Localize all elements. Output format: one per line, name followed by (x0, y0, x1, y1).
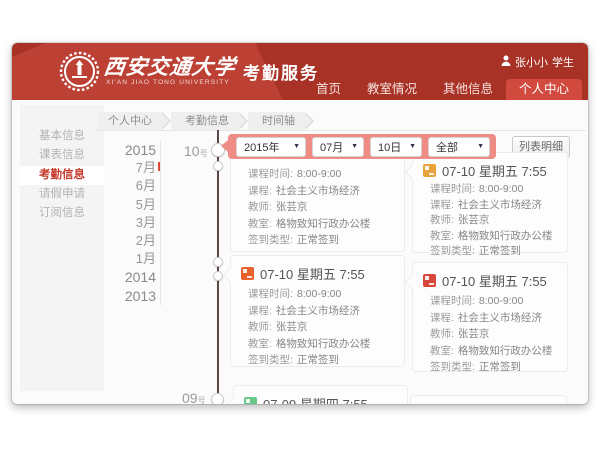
university-logo-icon (59, 51, 100, 97)
timeline-node[interactable] (213, 271, 223, 281)
attendance-card: 07-10 星期五 7:55 课程时间:8:00-9:00 课程:社会主义市场经… (412, 262, 568, 372)
attendance-card: 07-10 星期五 7:55 课程时间:8:00-9:00 课程:社会主义市场经… (230, 255, 405, 367)
breadcrumb: 个人中心 考勤信息 时间轴 (97, 112, 586, 131)
nav-other-info[interactable]: 其他信息 (430, 79, 506, 100)
signin-stamp-icon (241, 267, 254, 280)
sidebar-item-attendance-info[interactable]: 考勤信息 (20, 166, 104, 185)
signin-stamp-icon (423, 164, 436, 177)
chevron-down-icon: ▼ (409, 143, 416, 150)
university-name-en: XI'AN JIAO TONG UNIVERSITY (106, 79, 230, 86)
header-banner: 西安交通大学 XI'AN JIAO TONG UNIVERSITY 考勤服务 张… (12, 43, 588, 100)
chevron-down-icon: ▼ (477, 143, 484, 150)
card-datetime: 07-10 星期五 7:55 (442, 271, 547, 290)
attendance-app-window: 西安交通大学 XI'AN JIAO TONG UNIVERSITY 考勤服务 张… (12, 43, 588, 404)
user-role: 学生 (552, 54, 574, 70)
signin-stamp-icon (423, 274, 436, 287)
timeline-node[interactable] (211, 393, 224, 404)
nav-classrooms[interactable]: 教室情况 (354, 79, 430, 100)
attendance-card: 07-09 星期四 7:55 (233, 385, 408, 404)
type-dropdown[interactable]: 全部▼ (428, 137, 490, 157)
university-name-cn: 西安交通大学 (102, 51, 238, 81)
timeline-node[interactable] (213, 161, 223, 171)
axis-separator-line (160, 141, 161, 305)
breadcrumb-personal-center[interactable]: 个人中心 (97, 112, 160, 130)
axis-month[interactable]: 2月 (110, 232, 156, 250)
card-pointer (224, 268, 231, 282)
axis-month[interactable]: 3月 (110, 214, 156, 232)
card-pointer (406, 275, 413, 289)
chevron-down-icon: ▼ (351, 143, 358, 150)
axis-month[interactable]: 5月 (110, 196, 156, 214)
sidebar-item-timetable-info[interactable]: 课表信息 (20, 146, 104, 165)
user-info[interactable]: 张小小 学生 (501, 54, 574, 70)
screenshot-stage: 西安交通大学 XI'AN JIAO TONG UNIVERSITY 考勤服务 张… (0, 0, 600, 450)
axis-year[interactable]: 2013 (110, 287, 156, 305)
axis-year[interactable]: 2015 (110, 141, 156, 159)
card-datetime: 07-10 星期五 7:55 (442, 161, 547, 180)
date-filter-bar: 2015年▼ 07月▼ 10日▼ 全部▼ (228, 134, 496, 159)
day-dropdown[interactable]: 10日▼ (370, 137, 422, 157)
nav-personal-center[interactable]: 个人中心 (506, 79, 582, 100)
sidebar: 基本信息 课表信息 考勤信息 请假申请 订阅信息 (20, 105, 104, 391)
user-name: 张小小 (515, 54, 548, 70)
axis-month[interactable]: 1月 (110, 250, 156, 268)
timeline-node[interactable] (213, 257, 223, 267)
axis-year[interactable]: 2014 (110, 268, 156, 286)
current-month-tick (158, 162, 160, 171)
day-marker-10: 10号 (184, 143, 208, 159)
axis-month[interactable]: 6月 (110, 177, 156, 195)
card-pointer (227, 398, 234, 404)
attendance-card (410, 395, 567, 404)
breadcrumb-attendance-info[interactable]: 考勤信息 (171, 112, 237, 130)
day-marker-09: 09号 (182, 390, 206, 404)
attendance-card: 07-10 星期五 7:55 课程时间:8:00-9:00 课程:社会主义市场经… (412, 152, 568, 253)
month-dropdown[interactable]: 07月▼ (312, 137, 364, 157)
sidebar-item-leave-request[interactable]: 请假申请 (20, 185, 104, 204)
card-datetime: 07-10 星期五 7:55 (260, 264, 365, 283)
main-nav: 首页 教室情况 其他信息 个人中心 (303, 79, 582, 100)
timeline-axis: 2015 7月 6月 5月 3月 2月 1月 2014 2013 (110, 141, 156, 305)
chevron-down-icon: ▼ (293, 143, 300, 150)
year-dropdown[interactable]: 2015年▼ (236, 137, 306, 157)
axis-month[interactable]: 7月 (110, 159, 156, 177)
sidebar-item-subscription-info[interactable]: 订阅信息 (20, 204, 104, 223)
card-datetime: 07-09 星期四 7:55 (263, 394, 368, 404)
user-icon (501, 55, 511, 69)
signin-stamp-icon (244, 397, 257, 404)
nav-home[interactable]: 首页 (303, 79, 354, 100)
card-pointer (406, 165, 413, 179)
breadcrumb-timeline[interactable]: 时间轴 (248, 112, 303, 130)
sidebar-item-basic-info[interactable]: 基本信息 (20, 127, 104, 146)
timeline-spine (217, 130, 219, 404)
